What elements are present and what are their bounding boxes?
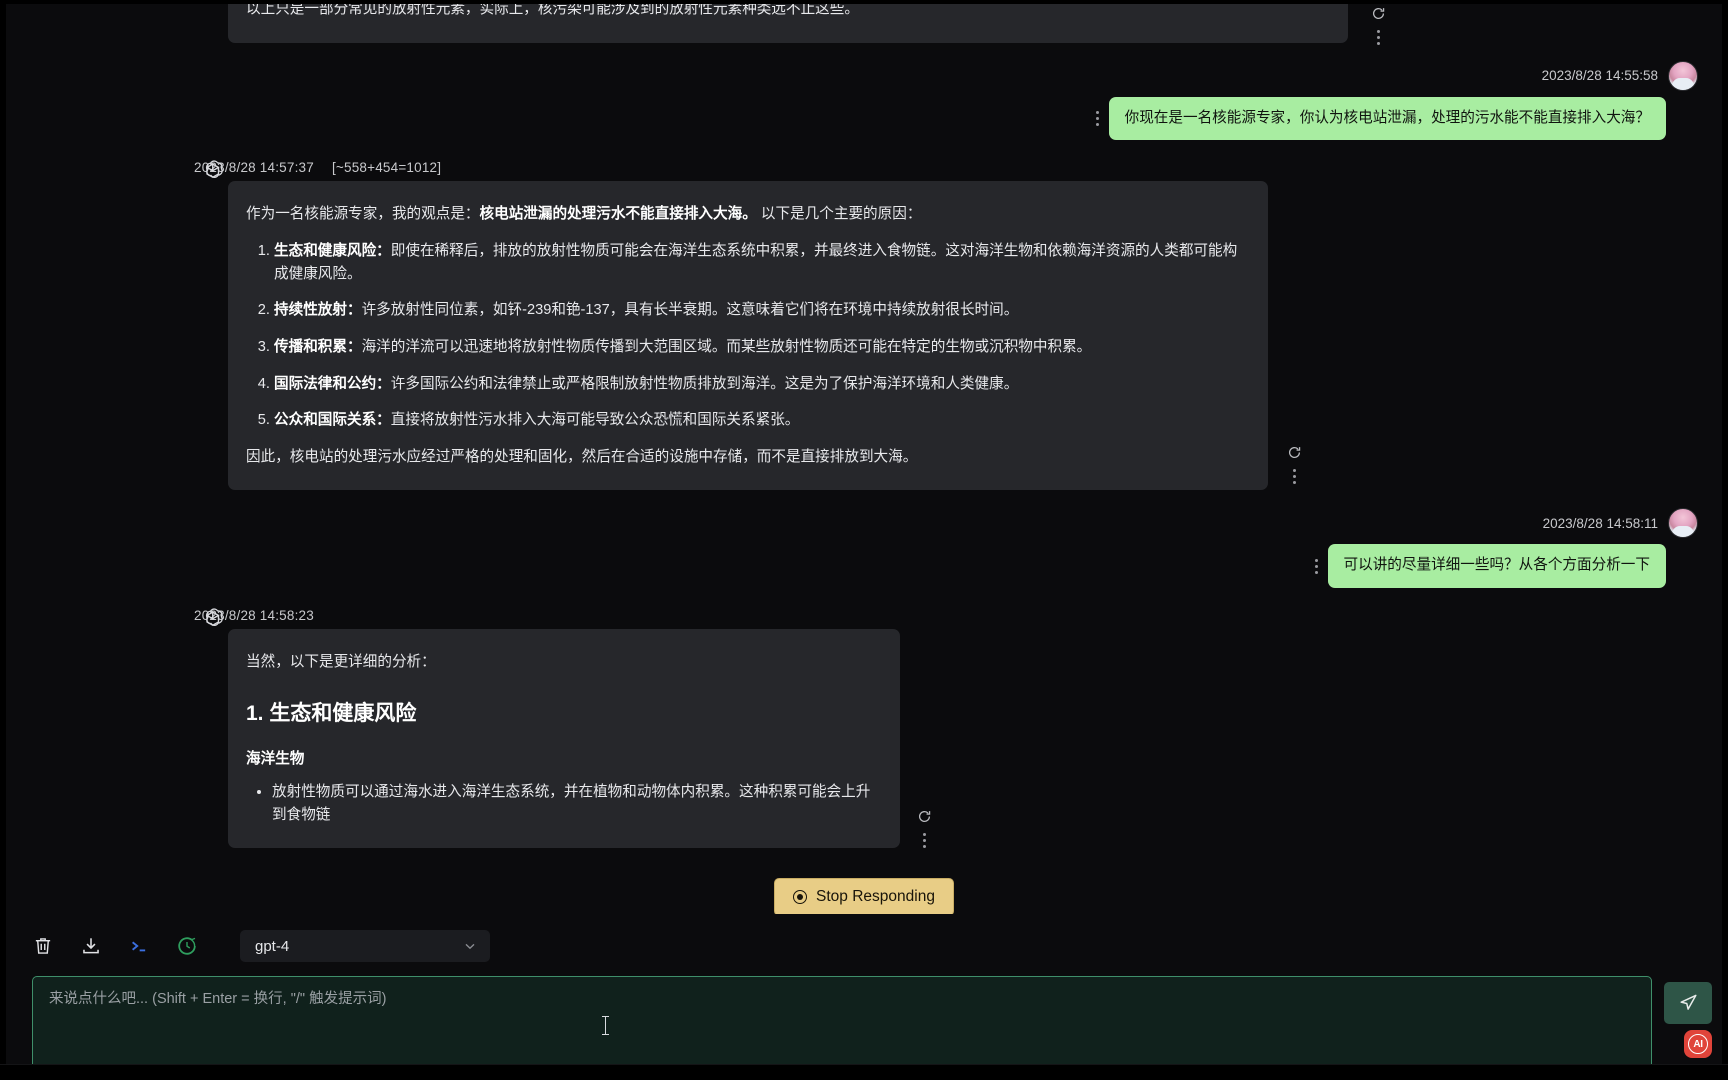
intro-bold: 核电站泄漏的处理污水不能直接排入大海。 <box>479 206 757 223</box>
trash-icon[interactable] <box>32 935 54 957</box>
more-options-icon[interactable] <box>1095 111 1099 127</box>
chevron-down-icon <box>465 943 475 950</box>
assistant-intro: 当然，以下是更详细的分析： <box>246 654 436 671</box>
user-bubble-row: 你现在是一名核能源专家，你认为核电站泄漏，处理的污水能不能直接排入大海？ <box>14 96 1714 141</box>
list-item: 国际法律和公约：许多国际公约和法律禁止或严格限制放射性物质排放到海洋。这是为了保… <box>274 373 1248 396</box>
regenerate-icon[interactable] <box>1287 445 1302 460</box>
assistant-bubble: 作为一名核能源专家，我的观点是：核电站泄漏的处理污水不能直接排入大海。 以下是几… <box>228 181 1301 491</box>
list-item-term: 生态和健康风险： <box>274 243 391 260</box>
composer: gpt-4 来说点什么吧... (Shift + Enter = 换行, "/"… <box>0 914 1728 1080</box>
assistant-conclusion: 因此，核电站的处理污水应经过严格的处理和固化，然后在合适的设施中存储，而不是直接… <box>246 448 918 465</box>
avatar[interactable] <box>1668 60 1698 91</box>
ai-badge-label: AI <box>1688 1034 1708 1054</box>
send-button[interactable] <box>1664 982 1712 1024</box>
bottom-edge <box>0 1064 1728 1080</box>
ai-assistant-badge[interactable]: AI <box>1684 1030 1712 1058</box>
list-item: 持续性放射：许多放射性同位素，如钚-239和铯-137，具有长半衰期。这意味着它… <box>274 299 1248 322</box>
stop-responding-button[interactable]: Stop Responding <box>774 878 954 914</box>
assistant-intro: 作为一名核能源专家，我的观点是：核电站泄漏的处理污水不能直接排入大海。 以下是几… <box>246 203 1248 226</box>
reasons-list: 生态和健康风险：即使在稀释后，排放的放射性物质可能会在海洋生态系统中积累，并最终… <box>246 240 1248 432</box>
stop-icon <box>793 890 808 905</box>
list-item-term: 持续性放射： <box>274 302 362 319</box>
section-heading: 1. 生态和健康风险 <box>246 701 417 725</box>
message-actions[interactable] <box>917 809 932 849</box>
stop-responding-row: Stop Responding <box>14 878 1714 914</box>
openai-logo-icon <box>205 608 223 627</box>
list-item-body: 许多国际公约和法律禁止或严格限制放射性物质排放到海洋。这是为了保护海洋环境和人类… <box>390 375 1019 392</box>
regenerate-icon[interactable] <box>917 809 932 824</box>
user-bubble: 你现在是一名核能源专家，你认为核电站泄漏，处理的污水能不能直接排入大海？ <box>1108 96 1666 141</box>
user-bubble-row: 可以讲的尽量详细一些吗？从各个方面分析一下 <box>14 544 1714 589</box>
regenerate-icon[interactable] <box>1371 6 1386 21</box>
message-user-2: 2023/8/28 14:58:11 可以讲的尽量详细一些吗？从各个方面分析一下 <box>14 508 1714 589</box>
assistant-message-header: 2023/8/28 14:58:23 <box>14 604 1714 627</box>
more-options-icon[interactable] <box>1314 558 1318 574</box>
list-item-body: 许多放射性同位素，如钚-239和铯-137，具有长半衰期。这意味着它们将在环境中… <box>361 302 1019 319</box>
assistant-bubble: 以上只是一部分常见的放射性元素，实际上，核污染可能涉及到的放射性元素种类远不止这… <box>228 3 1385 45</box>
more-options-icon[interactable] <box>1293 469 1296 485</box>
model-select[interactable]: gpt-4 <box>240 930 490 962</box>
chat-scroll-area[interactable]: 以上只是一部分常见的放射性元素，实际上，核污染可能涉及到的放射性元素种类远不止这… <box>0 3 1728 914</box>
message-assistant-2: 2023/8/28 14:58:23 当然，以下是更详细的分析： 1. 生态和健… <box>14 604 1714 849</box>
token-count: [~558+454=1012] <box>331 160 442 176</box>
list-item: 传播和积累：海洋的洋流可以迅速地将放射性物质传播到大范围区域。而某些放射性物质还… <box>274 336 1248 359</box>
assistant-partial-text: 以上只是一部分常见的放射性元素，实际上，核污染可能涉及到的放射性元素种类远不止这… <box>246 3 859 17</box>
openai-logo-icon <box>205 160 223 179</box>
message-actions[interactable] <box>1371 6 1386 45</box>
user-message-header: 2023/8/28 14:58:11 <box>14 508 1714 539</box>
list-item-body: 即使在稀释后，排放的放射性物质可能会在海洋生态系统中积累，并最终进入食物链。这对… <box>274 243 1238 282</box>
more-options-icon[interactable] <box>923 833 926 849</box>
avatar[interactable] <box>1668 508 1698 539</box>
intro-prefix: 作为一名核能源专家，我的观点是： <box>246 206 480 223</box>
intro-suffix: 以下是几个主要的原因： <box>760 206 922 223</box>
list-item-term: 传播和积累： <box>274 338 362 355</box>
more-options-icon[interactable] <box>1377 29 1380 45</box>
message-assistant-1: 2023/8/28 14:57:37 [~558+454=1012] 作为一名核… <box>14 156 1714 491</box>
text-cursor <box>602 1016 609 1035</box>
message-input-placeholder: 来说点什么吧... (Shift + Enter = 换行, "/" 触发提示词… <box>49 991 387 1007</box>
timestamp: 2023/8/28 14:55:58 <box>1541 68 1658 84</box>
chat-app-window: 以上只是一部分常见的放射性元素，实际上，核污染可能涉及到的放射性元素种类远不止这… <box>0 0 1728 1080</box>
download-icon[interactable] <box>80 935 102 957</box>
sub-heading: 海洋生物 <box>246 751 305 768</box>
assistant-message-header: 2023/8/28 14:57:37 [~558+454=1012] <box>14 156 1714 179</box>
list-item: 生态和健康风险：即使在稀释后，排放的放射性物质可能会在海洋生态系统中积累，并最终… <box>274 240 1248 285</box>
list-item: 公众和国际关系：直接将放射性污水排入大海可能导致公众恐慌和国际关系紧张。 <box>274 409 1248 432</box>
message-assistant-partial: 以上只是一部分常见的放射性元素，实际上，核污染可能涉及到的放射性元素种类远不止这… <box>14 3 1714 45</box>
assistant-meta: 2023/8/28 14:57:37 [~558+454=1012] <box>194 156 441 175</box>
assistant-bubble: 当然，以下是更详细的分析： 1. 生态和健康风险 海洋生物 放射性物质可以通过海… <box>228 629 931 849</box>
timestamp: 2023/8/28 14:58:11 <box>1542 515 1658 531</box>
list-item-term: 公众和国际关系： <box>274 412 391 429</box>
list-item: 放射性物质可以通过海水进入海洋生态系统，并在植物和动物体内积累。这种积累可能会上… <box>272 781 880 826</box>
list-item-term: 国际法律和公约： <box>274 375 391 392</box>
user-message-header: 2023/8/28 14:55:58 <box>14 60 1714 91</box>
detail-list: 放射性物质可以通过海水进入海洋生态系统，并在植物和动物体内积累。这种积累可能会上… <box>246 781 880 826</box>
list-item-body: 直接将放射性污水排入大海可能导致公众恐慌和国际关系紧张。 <box>390 412 800 429</box>
stop-responding-label: Stop Responding <box>816 888 935 906</box>
message-user-1: 2023/8/28 14:55:58 你现在是一名核能源专家，你认为核电站泄漏，… <box>14 60 1714 141</box>
send-column: AI <box>1664 976 1712 1058</box>
user-bubble: 可以讲的尽量详细一些吗？从各个方面分析一下 <box>1327 544 1666 589</box>
history-clock-icon[interactable] <box>176 935 198 957</box>
terminal-icon[interactable] <box>128 935 150 957</box>
composer-toolbar: gpt-4 <box>16 914 1712 972</box>
list-item-body: 海洋的洋流可以迅速地将放射性物质传播到大范围区域。而某些放射性物质还可能在特定的… <box>361 338 1092 355</box>
model-select-value: gpt-4 <box>255 937 290 955</box>
send-icon <box>1680 994 1697 1010</box>
message-actions[interactable] <box>1287 445 1302 485</box>
